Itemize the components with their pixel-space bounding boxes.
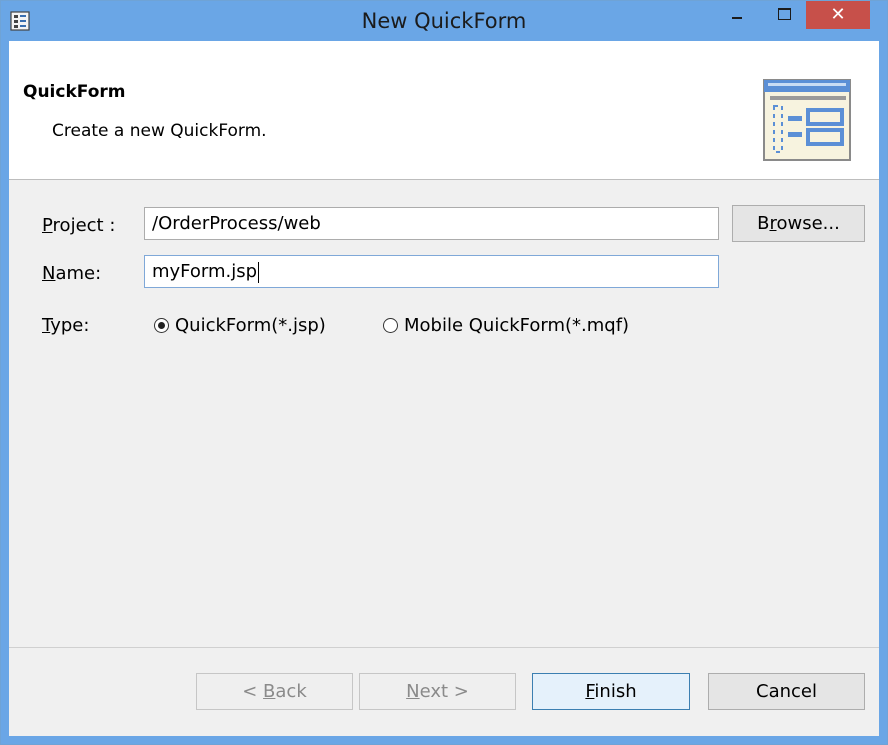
name-label: Name: — [42, 263, 102, 284]
minimize-button[interactable] — [714, 1, 760, 29]
back-button[interactable]: < Back — [196, 673, 353, 710]
radio-quickform-label[interactable]: QuickForm(*.jsp) — [175, 315, 326, 336]
maximize-icon — [778, 8, 791, 20]
name-field[interactable]: myForm.jsp — [144, 255, 719, 288]
dialog-client-area: QuickForm Create a new QuickForm. Projec… — [9, 41, 879, 736]
cancel-button[interactable]: Cancel — [708, 673, 865, 710]
next-button[interactable]: Next > — [359, 673, 516, 710]
form-layout-icon — [763, 79, 851, 161]
project-label: Project : — [42, 215, 116, 236]
text-caret — [258, 261, 260, 283]
maximize-button[interactable] — [760, 1, 806, 29]
radio-selected-dot — [158, 322, 165, 329]
title-bar[interactable]: New QuickForm ✕ — [1, 1, 887, 41]
project-field[interactable]: /OrderProcess/web — [144, 207, 719, 240]
page-description: Create a new QuickForm. — [52, 121, 267, 141]
name-field-value: myForm.jsp — [152, 261, 258, 282]
page-title: QuickForm — [23, 82, 126, 102]
dialog-window: New QuickForm ✕ QuickForm Create a new Q… — [0, 0, 888, 745]
wizard-header: QuickForm Create a new QuickForm. — [9, 41, 879, 180]
browse-button[interactable]: Browse... — [732, 205, 865, 242]
footer-separator — [9, 647, 879, 648]
close-icon: ✕ — [830, 4, 846, 25]
radio-mobile-quickform[interactable] — [383, 318, 398, 333]
type-label: Type: — [42, 315, 90, 336]
close-button[interactable]: ✕ — [806, 1, 870, 29]
minimize-icon — [732, 17, 742, 19]
radio-quickform[interactable] — [154, 318, 169, 333]
finish-button[interactable]: Finish — [532, 673, 690, 710]
radio-mobile-quickform-label[interactable]: Mobile QuickForm(*.mqf) — [404, 315, 629, 336]
